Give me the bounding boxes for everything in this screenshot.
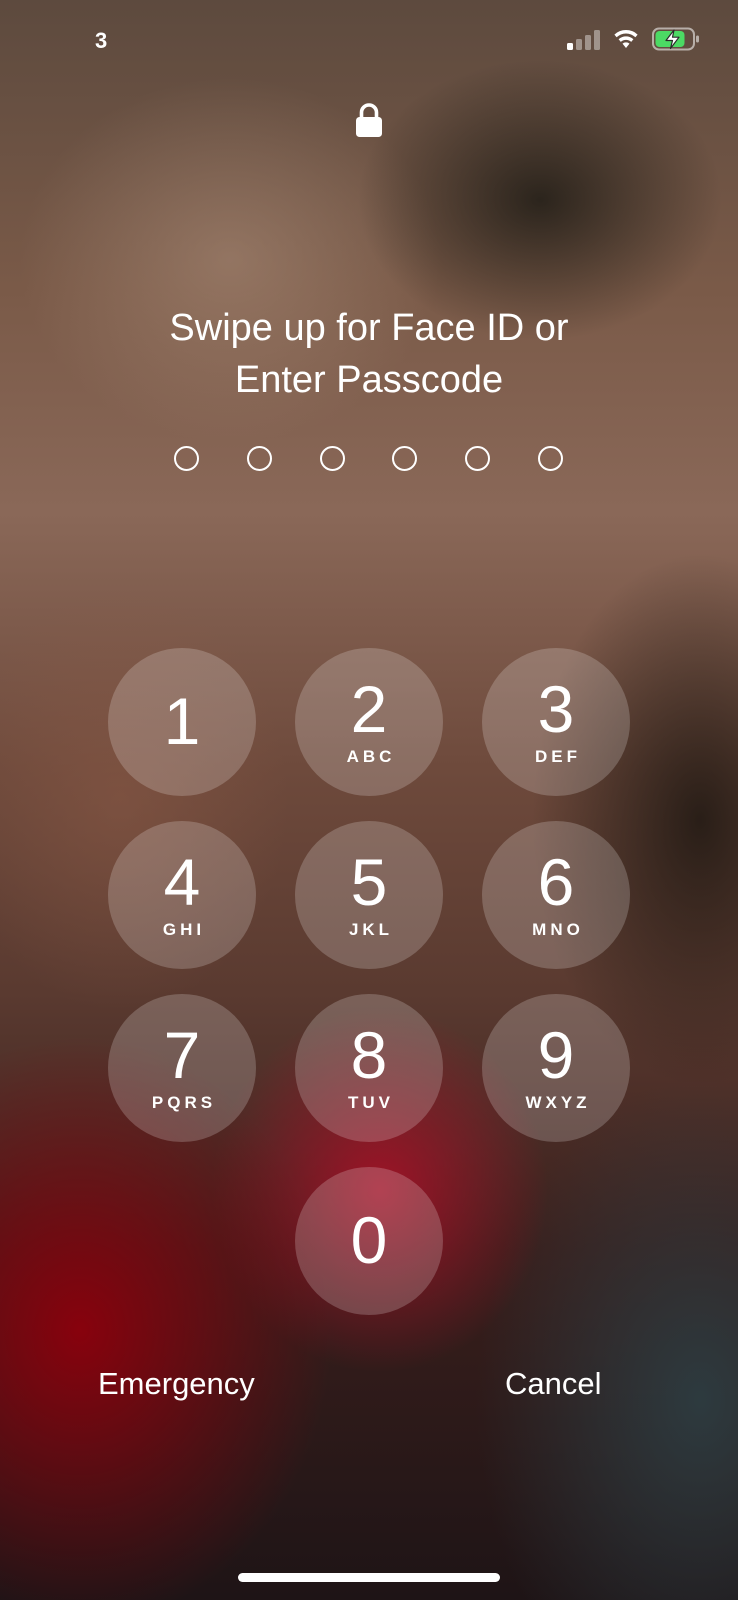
passcode-prompt: Swipe up for Face ID or Enter Passcode [0,302,738,406]
key-digit: 2 [350,672,388,746]
passcode-dot [174,446,199,471]
passcode-dot [247,446,272,471]
key-2[interactable]: 2 ABC [295,648,443,796]
key-3[interactable]: 3 DEF [482,648,630,796]
key-4[interactable]: 4 GHI [108,821,256,969]
key-letters: TUV [348,1093,394,1112]
key-0[interactable]: 0 [295,1167,443,1315]
key-digit: 1 [163,684,201,758]
key-digit: 7 [163,1018,201,1092]
key-6[interactable]: 6 MNO [482,821,630,969]
lock-icon [356,103,382,137]
prompt-line-2: Enter Passcode [234,359,504,401]
key-7[interactable]: 7 PQRS [108,994,256,1142]
key-digit: 3 [537,672,575,746]
key-letters: ABC [346,747,396,766]
passcode-dot [465,446,490,471]
status-bar: 3 [0,0,738,80]
key-letters: MNO [532,920,584,939]
key-letters: JKL [348,920,394,939]
key-1[interactable]: 1 [108,648,256,796]
key-letters: PQRS [151,1093,217,1112]
key-digit: 4 [163,845,201,919]
key-digit: 9 [537,1018,575,1092]
key-digit: 0 [350,1203,388,1277]
key-5[interactable]: 5 JKL [295,821,443,969]
prompt-line-1: Swipe up for Face ID or [169,307,569,349]
blurred-wallpaper [0,0,738,1600]
carrier-label: 3 [95,28,108,53]
passcode-dot [320,446,345,471]
cancel-button[interactable]: Cancel [505,1364,602,1404]
key-digit: 6 [537,845,575,919]
key-letters: GHI [162,920,206,939]
home-indicator[interactable] [238,1573,500,1582]
emergency-button[interactable]: Emergency [98,1364,255,1404]
key-digit: 5 [350,845,388,919]
passcode-dot [538,446,563,471]
key-digit: 8 [350,1018,388,1092]
passcode-dots [0,446,738,472]
key-letters: WXYZ [525,1093,591,1112]
passcode-dot [392,446,417,471]
battery-charging-icon [652,27,699,51]
key-8[interactable]: 8 TUV [295,994,443,1142]
key-9[interactable]: 9 WXYZ [482,994,630,1142]
cellular-signal-icon [567,28,601,50]
wifi-icon [614,29,638,48]
key-letters: DEF [535,747,581,766]
